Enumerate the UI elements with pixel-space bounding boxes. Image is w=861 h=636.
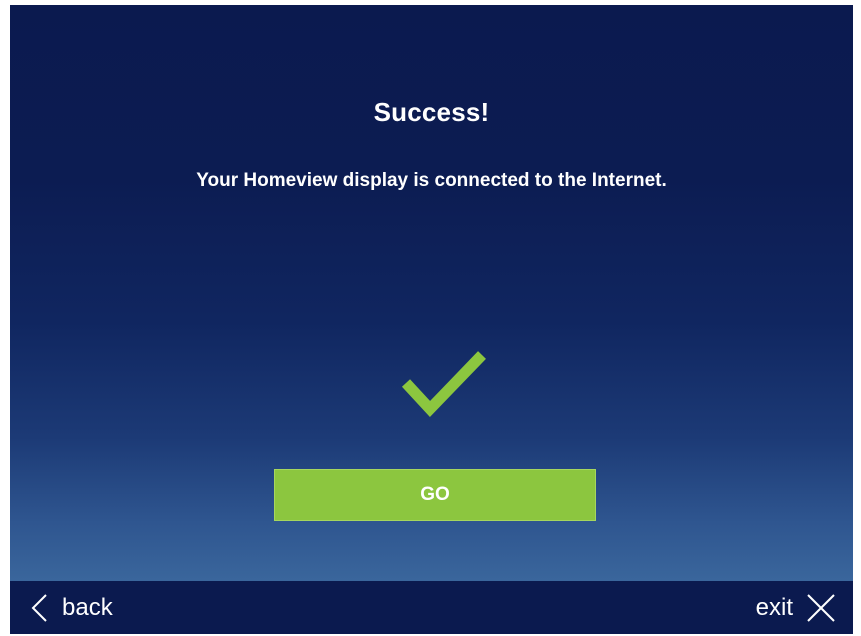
exit-button[interactable]: exit bbox=[756, 591, 837, 625]
back-label: back bbox=[62, 594, 113, 621]
connection-message: Your Homeview display is connected to th… bbox=[196, 170, 667, 191]
bottom-nav-bar: back exit bbox=[10, 581, 853, 634]
chevron-left-icon bbox=[31, 594, 47, 622]
close-icon bbox=[807, 594, 835, 622]
exit-label: exit bbox=[755, 594, 793, 621]
page-title: Success! bbox=[373, 97, 490, 127]
main-screen: Success! Your Homeview display is connec… bbox=[10, 5, 853, 581]
checkmark-icon bbox=[401, 351, 486, 418]
app-window: Success! Your Homeview display is connec… bbox=[10, 5, 853, 634]
go-button[interactable]: GO bbox=[274, 469, 596, 521]
back-button[interactable]: back bbox=[30, 591, 113, 625]
